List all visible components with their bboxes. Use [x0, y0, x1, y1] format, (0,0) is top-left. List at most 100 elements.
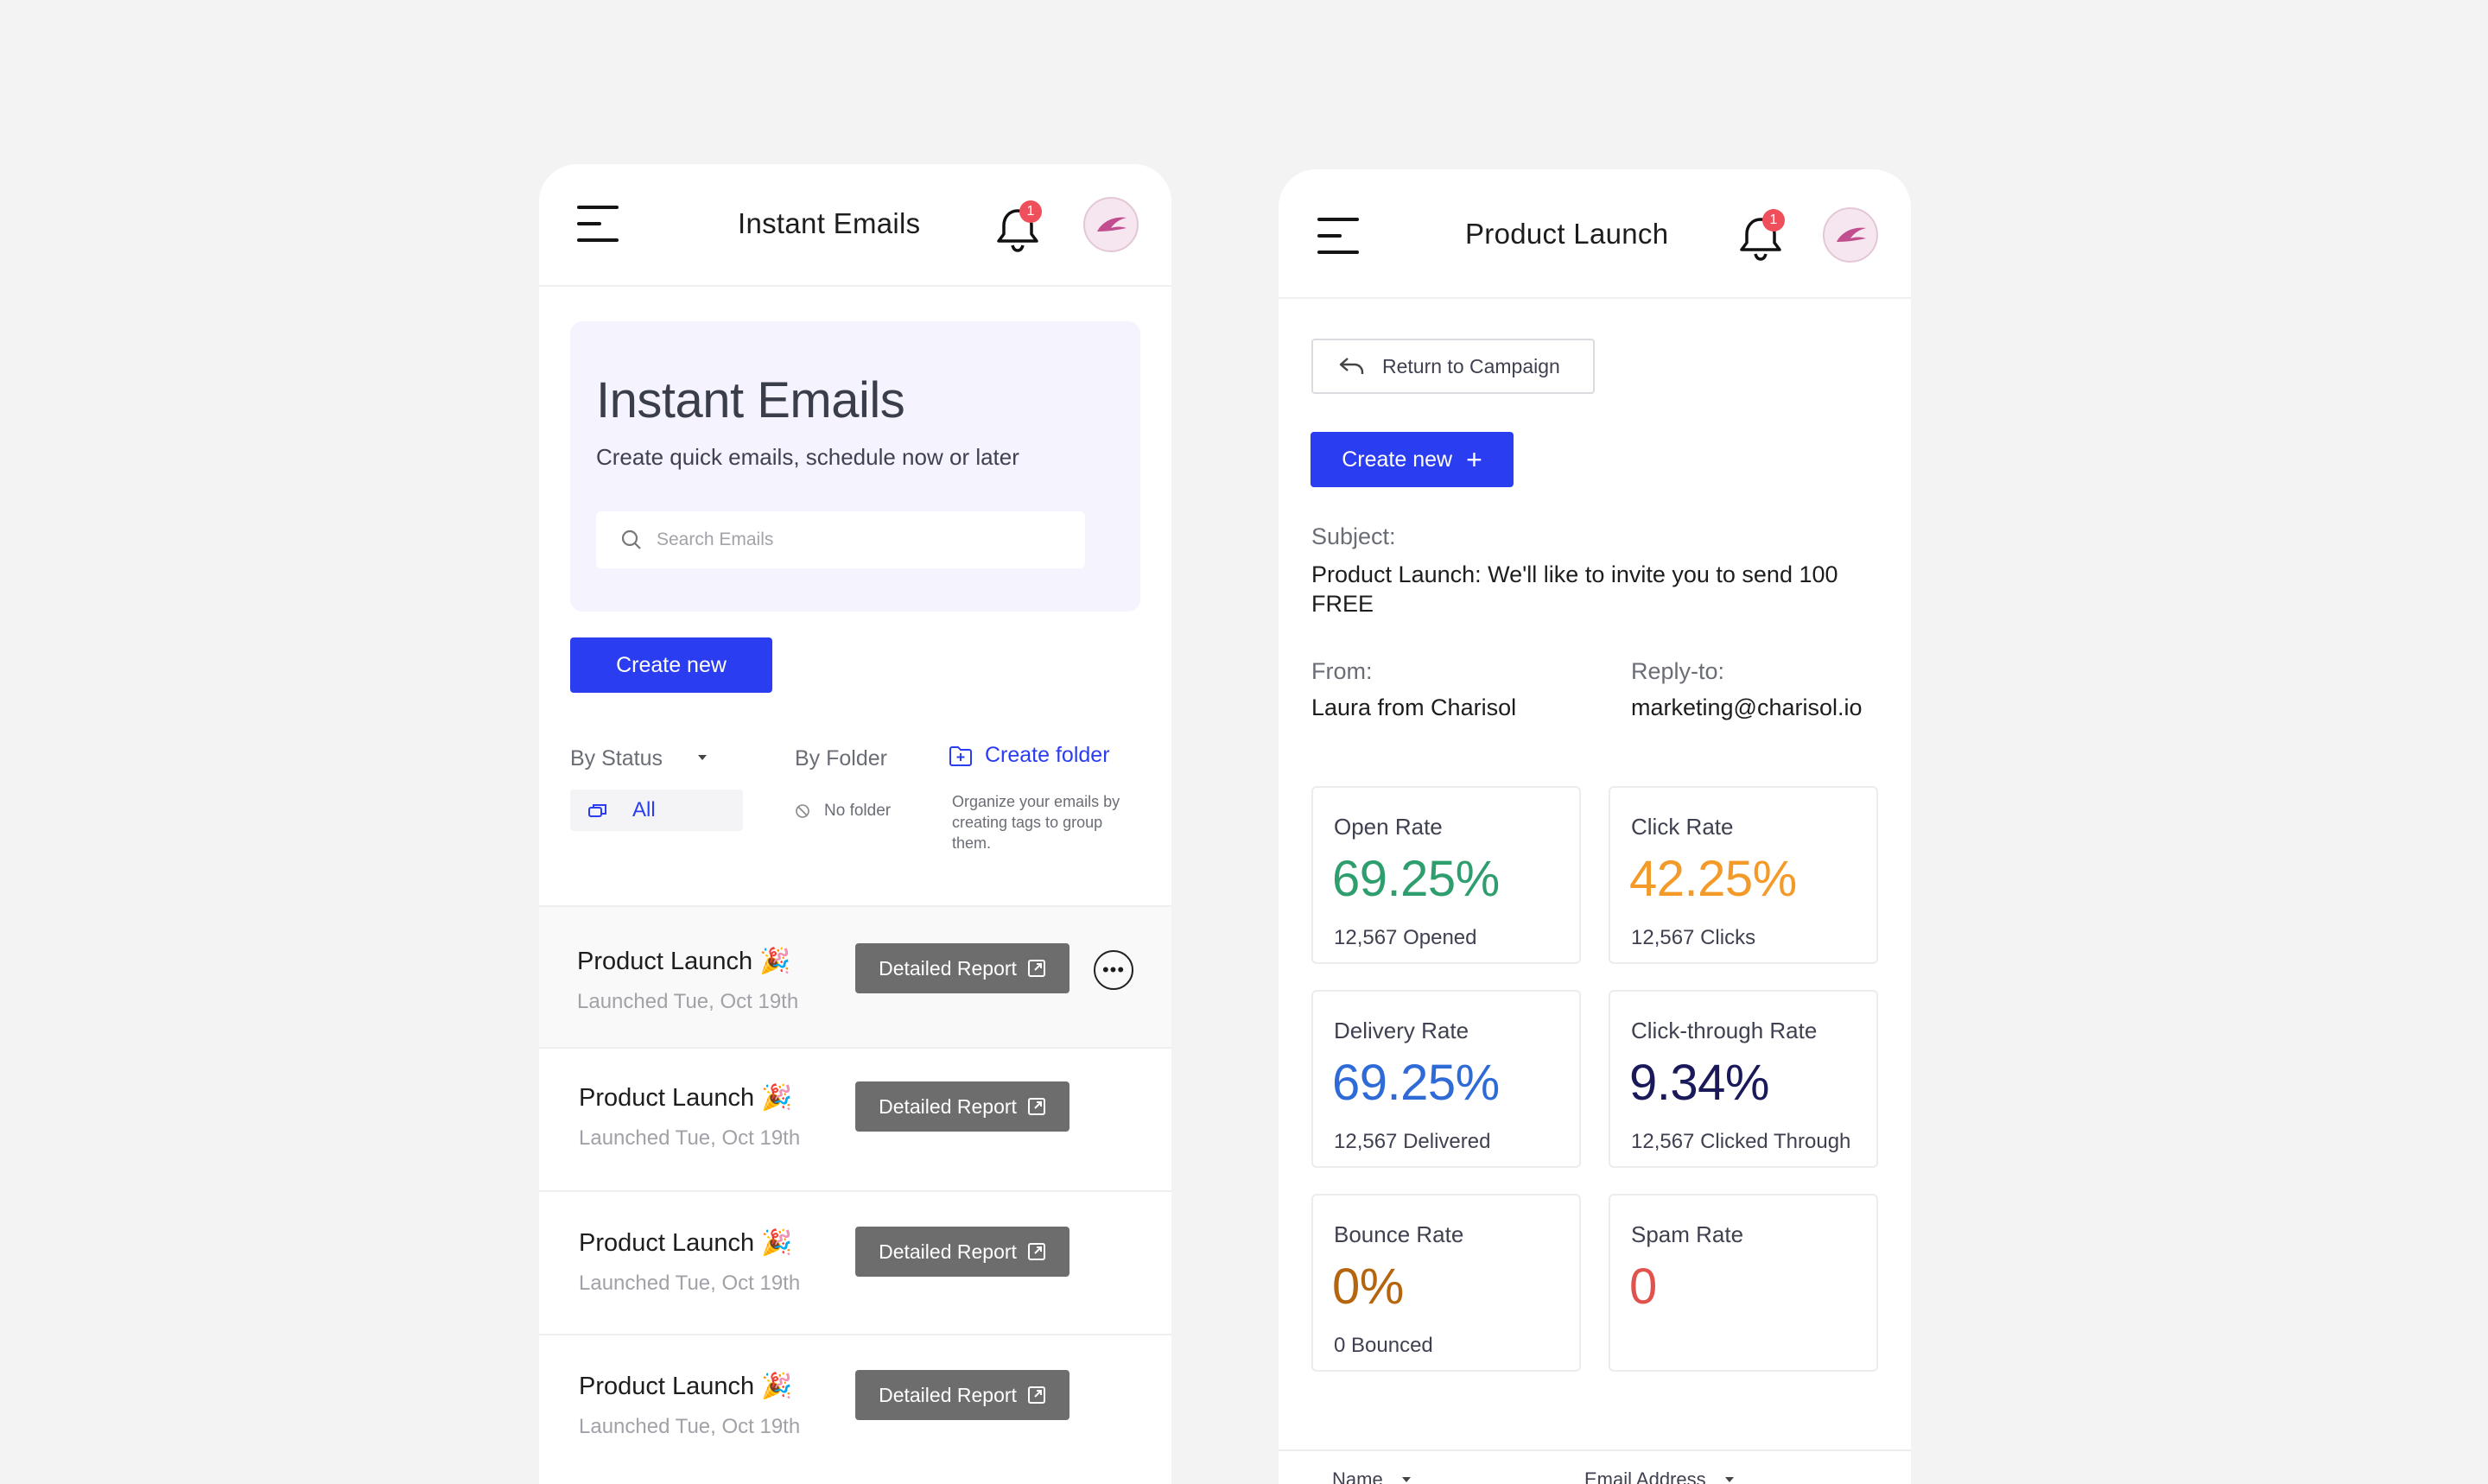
- stat-label: Click-through Rate: [1631, 1018, 1818, 1043]
- stat-card-click-rate: Click Rate 42.25% 12,567 Clicks: [1609, 786, 1878, 964]
- stat-card-spam-rate: Spam Rate 0: [1609, 1194, 1878, 1372]
- stat-value: 9.34%: [1629, 1055, 1769, 1111]
- stat-value: 69.25%: [1332, 851, 1500, 907]
- return-to-campaign-button[interactable]: Return to Campaign: [1311, 339, 1595, 394]
- recipients-table-header: Name Email Address: [1279, 1449, 1911, 1484]
- column-name[interactable]: Name: [1332, 1468, 1411, 1484]
- column-email-address[interactable]: Email Address: [1584, 1468, 1734, 1484]
- detailed-report-button[interactable]: Detailed Report: [855, 1227, 1069, 1277]
- notifications-bell-icon[interactable]: 1: [1738, 209, 1787, 264]
- detailed-report-button[interactable]: Detailed Report: [855, 943, 1069, 993]
- stat-label: Spam Rate: [1631, 1221, 1744, 1247]
- stat-value: 42.25%: [1629, 851, 1797, 907]
- no-folder-label: No folder: [824, 802, 892, 820]
- from-label: From:: [1311, 658, 1373, 684]
- reply-to-value: marketing@charisol.io: [1631, 694, 1863, 720]
- by-folder-filter[interactable]: By Folder: [795, 746, 887, 771]
- stat-sub: 12,567 Delivered: [1334, 1130, 1491, 1153]
- create-new-label: Create new: [1342, 447, 1453, 472]
- stat-card-bounce-rate: Bounce Rate 0% 0 Bounced: [1311, 1194, 1581, 1372]
- return-label: Return to Campaign: [1382, 354, 1560, 377]
- stat-label: Delivery Rate: [1334, 1018, 1469, 1043]
- external-link-icon: [1027, 1386, 1045, 1404]
- email-list-item[interactable]: Product Launch 🎉 Launched Tue, Oct 19th …: [539, 1047, 1171, 1190]
- avatar[interactable]: [1083, 197, 1139, 252]
- stat-label: Open Rate: [1334, 814, 1443, 840]
- stat-sub: 0 Bounced: [1334, 1334, 1433, 1357]
- search-input[interactable]: [657, 511, 1071, 568]
- create-folder-link[interactable]: Create folder: [949, 743, 1110, 768]
- detailed-report-label: Detailed Report: [879, 1383, 1017, 1406]
- top-bar: Product Launch 1: [1279, 169, 1911, 299]
- stat-sub: 12,567 Opened: [1334, 926, 1477, 949]
- email-list-item[interactable]: Product Launch 🎉 Launched Tue, Oct 19th …: [539, 1190, 1171, 1334]
- stat-sub: 12,567 Clicked Through: [1631, 1130, 1851, 1153]
- stat-card-click-through-rate: Click-through Rate 9.34% 12,567 Clicked …: [1609, 990, 1878, 1168]
- instant-emails-screen: Instant Emails 1 Instant Emails Create q…: [539, 164, 1171, 1484]
- more-options-icon[interactable]: •••: [1094, 950, 1133, 990]
- email-title: Product Launch 🎉: [577, 948, 791, 975]
- detailed-report-label: Detailed Report: [879, 1094, 1017, 1118]
- folder-hint: Organize your emails by creating tags to…: [952, 793, 1120, 852]
- stack-icon: [588, 804, 606, 817]
- stat-value: 69.25%: [1332, 1055, 1500, 1111]
- no-folder-item[interactable]: No folder: [795, 802, 891, 821]
- avatar[interactable]: [1823, 207, 1878, 263]
- create-folder-label: Create folder: [985, 743, 1110, 767]
- stat-label: Click Rate: [1631, 814, 1734, 840]
- no-entry-icon: [796, 804, 809, 818]
- hero-subtitle: Create quick emails, schedule now or lat…: [596, 444, 1019, 470]
- stat-card-delivery-rate: Delivery Rate 69.25% 12,567 Delivered: [1311, 990, 1581, 1168]
- from-value: Laura from Charisol: [1311, 694, 1517, 720]
- email-title: Product Launch 🎉: [579, 1084, 793, 1112]
- stat-label: Bounce Rate: [1334, 1221, 1464, 1247]
- page-title: Product Launch: [1465, 218, 1669, 250]
- status-filter-all[interactable]: All: [570, 790, 743, 831]
- stat-value: 0%: [1332, 1259, 1404, 1315]
- folder-add-icon: [949, 745, 972, 766]
- detailed-report-button[interactable]: Detailed Report: [855, 1081, 1069, 1132]
- chevron-down-icon[interactable]: [698, 755, 707, 760]
- page-title: Instant Emails: [738, 207, 921, 239]
- subject-value: Product Launch: We'll like to invite you…: [1311, 561, 1838, 617]
- email-list-item[interactable]: Product Launch 🎉 Launched Tue, Oct 19th …: [539, 905, 1171, 1047]
- email-date: Launched Tue, Oct 19th: [579, 1126, 801, 1150]
- create-new-button[interactable]: Create new +: [1311, 432, 1514, 487]
- notifications-bell-icon[interactable]: 1: [995, 200, 1044, 256]
- column-email-label: Email Address: [1584, 1468, 1706, 1484]
- status-filter-label: All: [632, 798, 656, 821]
- detailed-report-label: Detailed Report: [879, 1240, 1017, 1263]
- create-new-button[interactable]: Create new: [570, 637, 772, 693]
- detailed-report-label: Detailed Report: [879, 956, 1017, 980]
- search-icon: [621, 530, 641, 549]
- menu-icon[interactable]: [1317, 218, 1359, 254]
- email-title: Product Launch 🎉: [579, 1373, 793, 1400]
- stat-sub: 12,567 Clicks: [1631, 926, 1756, 949]
- top-bar: Instant Emails 1: [539, 164, 1171, 287]
- by-status-filter[interactable]: By Status: [570, 746, 663, 771]
- email-date: Launched Tue, Oct 19th: [579, 1415, 801, 1438]
- email-title: Product Launch 🎉: [579, 1229, 793, 1257]
- hero-panel: Instant Emails Create quick emails, sche…: [570, 321, 1140, 612]
- reply-to-label: Reply-to:: [1631, 658, 1725, 684]
- email-date: Launched Tue, Oct 19th: [577, 990, 799, 1013]
- external-link-icon: [1027, 1243, 1045, 1260]
- external-link-icon: [1027, 960, 1045, 977]
- chevron-down-icon: [1724, 1477, 1734, 1482]
- detailed-report-button[interactable]: Detailed Report: [855, 1370, 1069, 1420]
- product-launch-screen: Product Launch 1 Return to Campaign Crea…: [1279, 169, 1911, 1484]
- column-name-label: Name: [1332, 1468, 1383, 1484]
- chevron-down-icon: [1401, 1477, 1411, 1482]
- plus-icon: +: [1466, 444, 1482, 475]
- external-link-icon: [1027, 1098, 1045, 1115]
- menu-icon[interactable]: [577, 206, 619, 242]
- notification-badge: 1: [1019, 200, 1042, 223]
- stat-value: 0: [1629, 1259, 1657, 1315]
- reply-arrow-icon: [1339, 358, 1364, 374]
- search-box: [596, 511, 1085, 568]
- email-list-item[interactable]: Product Launch 🎉 Launched Tue, Oct 19th …: [539, 1334, 1171, 1484]
- hero-title: Instant Emails: [596, 372, 905, 428]
- notification-badge: 1: [1762, 209, 1785, 231]
- subject-label: Subject:: [1311, 523, 1396, 549]
- email-date: Launched Tue, Oct 19th: [579, 1272, 801, 1295]
